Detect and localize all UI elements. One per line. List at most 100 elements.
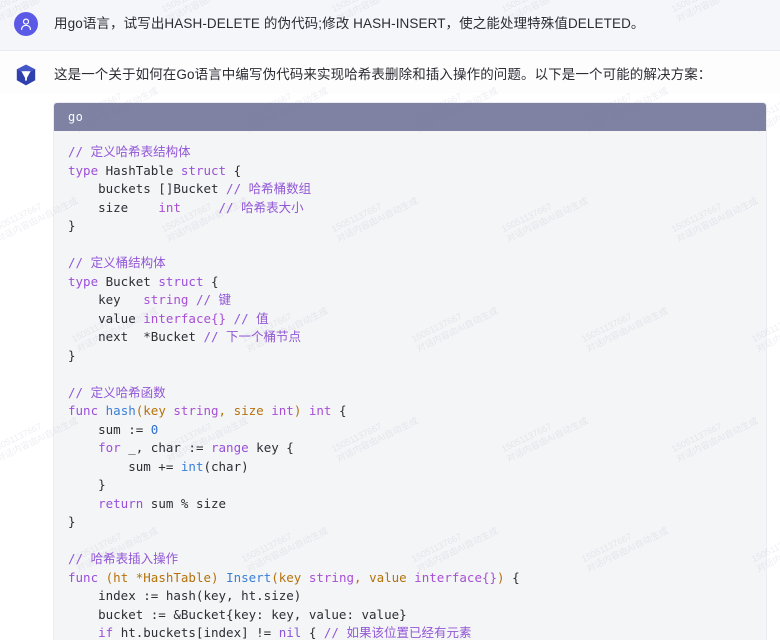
code-line: for _, char := range key { (54, 439, 766, 458)
message-row-user: 用go语言，试写出HASH-DELETE 的伪代码;修改 HASH-INSERT… (0, 0, 780, 51)
code-token: key { (248, 440, 294, 455)
code-line: } (54, 347, 766, 366)
code-token: nil (278, 625, 302, 640)
code-token: , size (218, 403, 272, 418)
code-token: // 如果该位置已经有元素 (323, 625, 472, 640)
code-token: } (68, 514, 76, 529)
code-token: size (68, 199, 159, 215)
code-token: HashTable (98, 162, 181, 178)
code-line: type Bucket struct { (54, 273, 766, 292)
code-token: ) (497, 569, 505, 585)
code-token: { (504, 569, 520, 585)
ai-assistant-logo-icon (14, 63, 38, 87)
code-token: ht.buckets[index] != (113, 625, 279, 640)
code-line: } (54, 476, 766, 495)
user-message-text: 用go语言，试写出HASH-DELETE 的伪代码;修改 HASH-INSERT… (54, 16, 645, 31)
code-language-label: go (54, 103, 766, 131)
code-token: { (226, 162, 242, 178)
code-line: if ht.buckets[index] != nil { // 如果该位置已经… (54, 624, 766, 640)
code-token: Insert (226, 569, 272, 585)
code-token: type (68, 273, 99, 289)
code-line: func (ht *HashTable) Insert(key string, … (54, 569, 766, 588)
code-line: buckets []Bucket // 哈希桶数组 (54, 180, 766, 199)
code-token: index := hash(key, ht.size) (68, 588, 302, 603)
code-line: type HashTable struct { (54, 162, 766, 181)
code-line: return sum % size (54, 495, 766, 514)
code-token: value (68, 310, 144, 326)
code-token: 0 (150, 421, 159, 437)
code-line: } (54, 513, 766, 532)
code-token: { (203, 273, 219, 289)
code-token: int (180, 458, 204, 474)
code-line: key string // 键 (54, 291, 766, 310)
code-token: bucket := &Bucket{key: key, value: value… (68, 606, 407, 622)
code-token: string (173, 403, 219, 418)
code-token: next *Bucket (68, 329, 204, 344)
code-token: // 键 (195, 292, 232, 307)
code-token: string (308, 569, 355, 585)
code-token: return (98, 495, 144, 511)
code-token: for (98, 440, 121, 455)
message-row-assistant: 这是一个关于如何在Go语言中编写伪代码来实现哈希表删除和插入操作的问题。以下是一… (0, 51, 780, 93)
code-token: (key (271, 569, 309, 585)
code-line: sum += int(char) (54, 458, 766, 477)
code-line: bucket := &Bucket{key: key, value: value… (54, 606, 766, 625)
code-token: hash (105, 403, 136, 418)
code-line: } (54, 217, 766, 236)
code-token: // 定义哈希表结构体 (68, 144, 191, 159)
code-line: index := hash(key, ht.size) (54, 587, 766, 606)
code-token: (key (135, 403, 174, 418)
code-line: size int // 哈希表大小 (54, 199, 766, 218)
code-token: // 哈希表插入操作 (68, 551, 179, 566)
code-token: _, char := (120, 440, 211, 455)
code-token: { (301, 625, 324, 640)
code-token: , value (354, 569, 415, 585)
code-token: // 值 (233, 310, 269, 326)
code-token: } (68, 218, 76, 233)
code-token: func (68, 403, 99, 418)
code-token: sum := (68, 421, 151, 437)
code-block: go // 定义哈希表结构体 type HashTable struct { bu… (54, 103, 766, 640)
code-token: func (68, 569, 99, 585)
chat-transcript-page: 用go语言，试写出HASH-DELETE 的伪代码;修改 HASH-INSERT… (0, 0, 780, 640)
code-token: if (98, 625, 114, 640)
code-token: { (331, 403, 347, 418)
code-token: range (211, 440, 249, 455)
code-token: // 下一个桶节点 (203, 329, 302, 344)
code-token: int (308, 403, 332, 418)
code-line: value interface{} // 值 (54, 310, 766, 329)
code-token: interface{} (414, 569, 498, 585)
code-token: } (68, 347, 76, 363)
code-line: func hash(key string, size int) int { (54, 402, 766, 421)
code-token: buckets []Bucket (68, 181, 227, 196)
code-token: (char) (203, 458, 249, 474)
code-token: // 哈希表大小 (218, 199, 304, 215)
code-token: } (68, 477, 106, 492)
user-person-icon (14, 12, 38, 36)
code-token: // 哈希桶数组 (226, 181, 312, 196)
code-line: // 哈希表插入操作 (54, 550, 766, 569)
code-token: int (271, 403, 294, 418)
assistant-message-text: 这是一个关于如何在Go语言中编写伪代码来实现哈希表删除和插入操作的问题。以下是一… (54, 67, 712, 82)
code-content[interactable]: // 定义哈希表结构体 type HashTable struct { bucke… (54, 131, 766, 640)
code-token: int (158, 199, 181, 215)
code-token: struct (180, 162, 227, 178)
code-token: key (68, 292, 144, 307)
code-token: sum += (68, 458, 181, 474)
code-token: string (143, 292, 189, 307)
code-token: type (68, 162, 99, 178)
code-line: next *Bucket // 下一个桶节点 (54, 328, 766, 347)
code-token: // 定义桶结构体 (68, 255, 166, 270)
code-token: // 定义哈希函数 (68, 384, 166, 400)
